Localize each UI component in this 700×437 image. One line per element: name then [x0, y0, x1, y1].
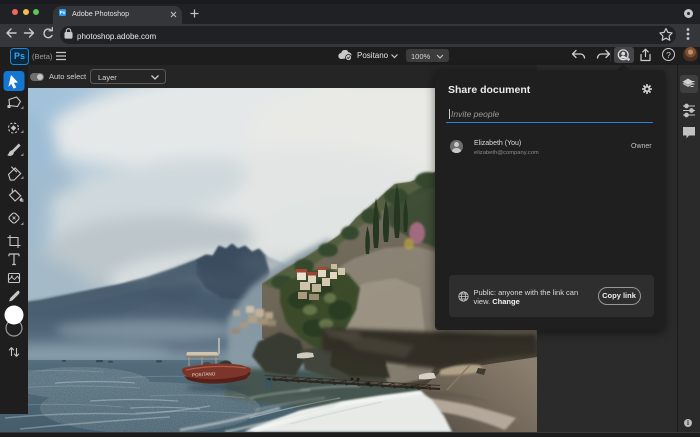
svg-text:photoshop.adobe.com: photoshop.adobe.com	[77, 32, 157, 41]
